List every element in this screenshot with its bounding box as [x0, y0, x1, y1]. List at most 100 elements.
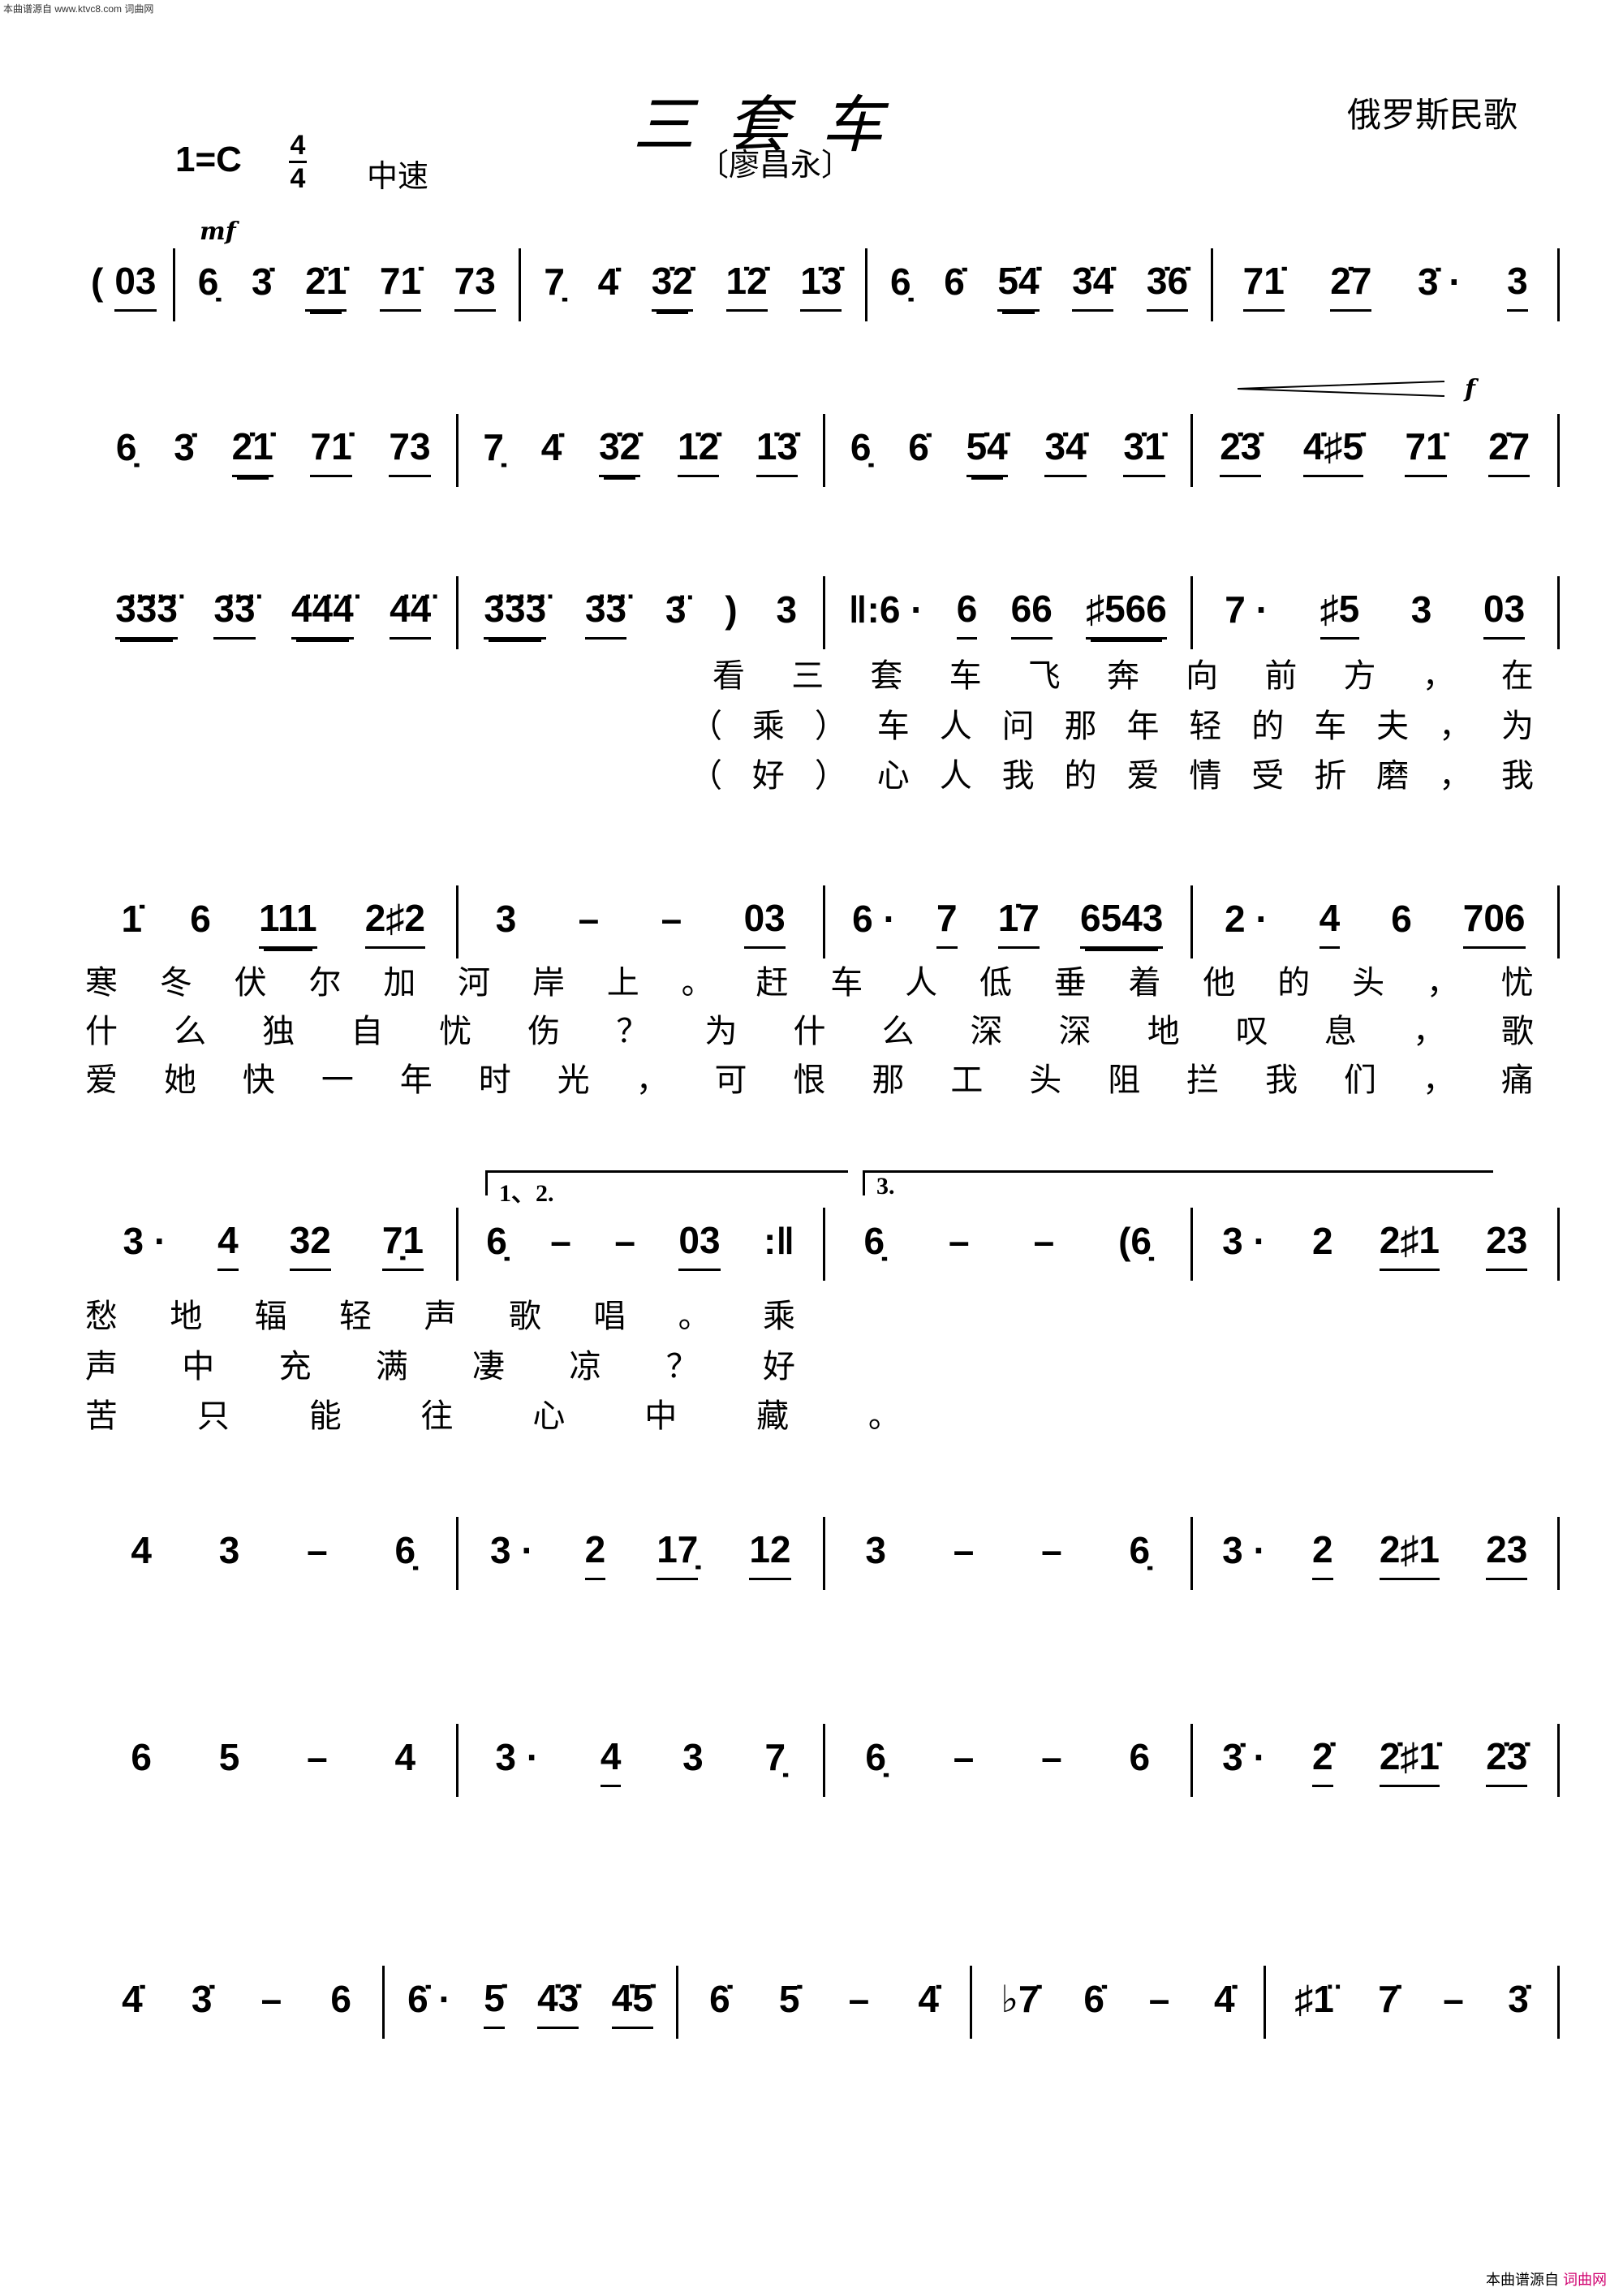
note: 73 [454, 259, 496, 312]
note: 6̣ [197, 261, 219, 303]
measure: ‖:6 · 6 66 ♯566 [825, 576, 1193, 649]
staff-row: 6 5 – 4 3 · 4 3 7̣ 6̣ – – 6 3̇ · 2̇ 2̇♯1̇ 2̇3̇ [91, 1724, 1560, 1797]
staff-row: 6̣ 3̇ 2̇1̇ 71̇ 73 7̣ 4̇ 3̇2̇ 1̇2̇ 1̇3̇ 6̣ 6̇ 5̇4̇ 3̇4… [91, 414, 1560, 487]
note: 4̇♯5̇ [1302, 424, 1364, 477]
measure: 3 – – 03 [458, 885, 825, 958]
note: 4̇ [597, 261, 619, 303]
lyric-line: 寒冬伏尔加河岸上。赶车人低垂着他的头，忧 [85, 965, 1534, 1001]
note: 6̣ [115, 426, 137, 468]
measure: 3 – – 6̣ [825, 1517, 1193, 1590]
volta-second-ending: 3. [863, 1170, 1493, 1200]
note: – [1041, 1736, 1062, 1778]
note: 2̇♯1̇ [1379, 1734, 1440, 1787]
staff-row: 3̈3̈3̈ 3̈3̈ 4̈4̈4̈ 4̈4̈ 3̈3̈3̈ 3̈3̈ 3̈) 3 ‖:6 · 6… [91, 576, 1560, 649]
lyric-line: 看三套车飞奔向前方，在 [712, 658, 1534, 694]
note: 6̇ · [407, 1978, 451, 2020]
measure: 6̇ 5̇ – 4̇ [678, 1966, 972, 2039]
intro-pickup: (03 [91, 259, 173, 312]
note: 2̇1̇ [231, 424, 273, 477]
measure: ♯1̈ 7̇ – 3̇ [1266, 1966, 1560, 2039]
note: 6̣ [1129, 1529, 1151, 1571]
note: – [949, 1220, 970, 1262]
staff-row: 4̇ 3̇ –6 6̇ · 5̇ 4̇3̇ 4̇5̇ 6̇ 5̇ –4̇ ♭7̇ 6̇ –4̇ ♯1̈ 7̇… [91, 1966, 1560, 2039]
note: – [1041, 1529, 1062, 1571]
note: 6̇ [944, 261, 965, 303]
note: 4̇ [1214, 1978, 1235, 2020]
note: – [614, 1220, 635, 1262]
note: – [661, 898, 682, 940]
note: 3̇ [1508, 1978, 1529, 2020]
note: 6 [131, 1736, 152, 1778]
note: 3 [495, 898, 517, 940]
note: 03 [1483, 587, 1526, 640]
note: 4̇ [540, 426, 562, 468]
note: :‖ [763, 1220, 795, 1262]
note: 3̈3̈3̈ [484, 587, 547, 640]
note: 6̣ [394, 1529, 416, 1571]
note: 3̇4̇ [1044, 424, 1087, 477]
note: 6 [956, 587, 978, 640]
measure: 3̈3̈3̈ 3̈3̈ 4̈4̈4̈ 4̈4̈ [91, 576, 458, 649]
measure: 3̇ · 2̇ 2̇♯1̇ 2̇3̇ [1193, 1724, 1560, 1797]
note: 6̇ [908, 426, 929, 468]
note: 2̇7 [1330, 259, 1372, 312]
note: 6̇ [709, 1978, 730, 2020]
note: 12 [749, 1527, 791, 1580]
staff-row: 3 · 4 32 7̣1 6̣ – – 03:‖ 6̣ – – (6̣ 3 · 2 2♯1 23 [91, 1208, 1560, 1281]
note: – [550, 1220, 571, 1262]
note: 6 · [852, 898, 896, 940]
measure: 3̈3̈3̈ 3̈3̈ 3̈) 3 [458, 576, 825, 649]
note: 6543 [1080, 896, 1164, 949]
tempo: 中速 [367, 160, 429, 194]
lyric-line: 什么独自忧伤？为什么深深地叹息，歌 [85, 1014, 1534, 1049]
note: ‖:6 · [848, 588, 923, 631]
time-top: 4 [290, 130, 306, 161]
note: 2 · [1224, 898, 1268, 940]
note: 2 [1312, 1527, 1333, 1580]
note: 2̇ [1312, 1734, 1333, 1787]
measure: 6̣ 3̇ 2̇1̇ 71̇ 73 [172, 248, 522, 321]
measure: 6 5 – 4 [91, 1724, 458, 1797]
note: 1̇ [121, 898, 143, 940]
measure: 2̇3̇ 4̇♯5̇ 71̇ 2̇7 [1193, 414, 1560, 487]
note: 111 [258, 896, 317, 949]
note: 23 [1486, 1527, 1528, 1580]
staff-row: 4 3 – 6̣ 3 · 2 17̣ 12 3 – – 6̣ 3 · 2 2♯1 23 [91, 1517, 1560, 1590]
note: 5̇ [778, 1978, 800, 2020]
note: 3 · [1222, 1529, 1266, 1571]
note: 3̇1̇ [1123, 424, 1165, 477]
note: 32 [289, 1218, 331, 1271]
note: 4 [131, 1529, 152, 1571]
note: 3 · [1222, 1220, 1266, 1262]
note: 6̇ [1083, 1978, 1104, 2020]
note: 3̇2̇ [651, 259, 693, 312]
note: 1̇3̇ [756, 424, 799, 477]
note: 3̇ [174, 426, 195, 468]
measure: 2 · 4 6 706 [1193, 885, 1560, 958]
measure: 6 · 7 1̇7 6543 [825, 885, 1193, 958]
note: 4 [394, 1736, 416, 1778]
lyric-line: （乘）车人问那年轻的车夫，为 [690, 709, 1534, 744]
note: 5̇4̇ [997, 259, 1040, 312]
note: 6 [1391, 898, 1412, 940]
note: 71̇ [379, 259, 422, 312]
note: 2̇3̇ [1486, 1734, 1528, 1787]
note: 03 [743, 896, 786, 949]
note: 7̇ [1378, 1978, 1399, 2020]
measure: 3 · 2 17̣ 12 [458, 1517, 825, 1590]
measure: 7̣ 4̇ 3̇2̇ 1̇2̇ 1̇3̇ [458, 414, 825, 487]
note: 7 [936, 896, 958, 949]
measure: 3 · 2 2♯1 23 [1193, 1517, 1560, 1590]
measure: ♭7̇ 6̇ – 4̇ [972, 1966, 1266, 2039]
watermark: 本曲谱源自 www.ktvc8.com 词曲网 [3, 3, 154, 15]
time-bottom: 4 [290, 163, 306, 194]
note: 7̣1 [381, 1218, 424, 1271]
volta-first-ending: 1、2. [485, 1170, 848, 1207]
note: 5̇ [484, 1976, 505, 2029]
note: 3 · [495, 1736, 540, 1778]
note: 2♯1 [1379, 1218, 1440, 1271]
note: 2̇1̇ [305, 259, 347, 312]
note: 3̇ [191, 1978, 213, 2020]
note: ( [91, 261, 104, 303]
note: – [1033, 1220, 1055, 1262]
